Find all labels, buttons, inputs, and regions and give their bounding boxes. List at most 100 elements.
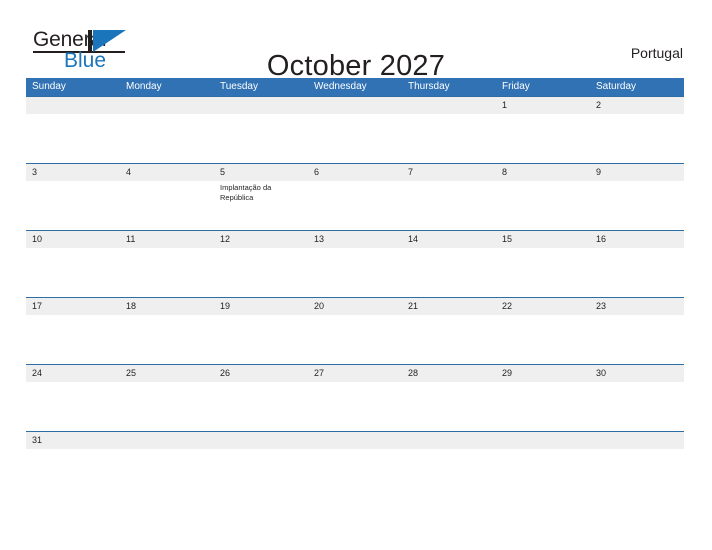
day-number[interactable]: 20 — [308, 298, 402, 315]
day-cell[interactable] — [590, 248, 684, 296]
day-cell[interactable] — [402, 315, 496, 363]
day-number[interactable]: 18 — [120, 298, 214, 315]
day-number[interactable]: 29 — [496, 365, 590, 382]
day-number[interactable] — [308, 432, 402, 449]
day-number[interactable] — [214, 432, 308, 449]
week-row: 3 4 5 6 7 8 9 Implantação da República — [26, 163, 684, 230]
day-cell[interactable] — [120, 181, 214, 229]
day-cell[interactable] — [26, 315, 120, 363]
day-number[interactable]: 24 — [26, 365, 120, 382]
week-date-band: 10 11 12 13 14 15 16 — [26, 231, 684, 248]
day-cell[interactable] — [308, 315, 402, 363]
day-number[interactable]: 7 — [402, 164, 496, 181]
day-cell[interactable] — [26, 181, 120, 229]
day-cell[interactable] — [26, 114, 120, 162]
day-cell[interactable] — [496, 248, 590, 296]
day-cell[interactable] — [214, 114, 308, 162]
day-cell[interactable] — [120, 449, 214, 497]
day-cell[interactable] — [590, 449, 684, 497]
day-cell[interactable] — [214, 315, 308, 363]
day-cell[interactable] — [590, 382, 684, 430]
day-number[interactable]: 25 — [120, 365, 214, 382]
day-number[interactable]: 13 — [308, 231, 402, 248]
weekday-header-sunday: Sunday — [32, 81, 66, 92]
week-date-band: 1 2 — [26, 97, 684, 114]
day-number[interactable] — [402, 432, 496, 449]
day-number[interactable]: 1 — [496, 97, 590, 114]
week-event-band — [26, 315, 684, 363]
day-number[interactable]: 22 — [496, 298, 590, 315]
day-number[interactable]: 10 — [26, 231, 120, 248]
day-cell[interactable] — [120, 315, 214, 363]
weekday-header-monday: Monday — [126, 81, 162, 92]
day-cell[interactable] — [402, 248, 496, 296]
day-number[interactable]: 14 — [402, 231, 496, 248]
day-cell-holiday[interactable]: Implantação da República — [214, 181, 308, 229]
day-number[interactable]: 8 — [496, 164, 590, 181]
day-cell[interactable] — [496, 181, 590, 229]
day-cell[interactable] — [496, 382, 590, 430]
day-number[interactable]: 17 — [26, 298, 120, 315]
day-cell[interactable] — [120, 248, 214, 296]
day-number[interactable]: 2 — [590, 97, 684, 114]
week-date-band: 24 25 26 27 28 29 30 — [26, 365, 684, 382]
day-number[interactable]: 9 — [590, 164, 684, 181]
day-number[interactable]: 5 — [214, 164, 308, 181]
day-number[interactable] — [120, 432, 214, 449]
day-number[interactable] — [402, 97, 496, 114]
day-number[interactable]: 3 — [26, 164, 120, 181]
day-cell[interactable] — [402, 114, 496, 162]
weekday-header-tuesday: Tuesday — [220, 81, 258, 92]
day-cell[interactable] — [590, 181, 684, 229]
day-cell[interactable] — [496, 315, 590, 363]
weekday-header-thursday: Thursday — [408, 81, 450, 92]
week-date-band: 31 — [26, 432, 684, 449]
day-number[interactable]: 21 — [402, 298, 496, 315]
day-number[interactable] — [120, 97, 214, 114]
week-row: 31 — [26, 431, 684, 498]
day-number[interactable]: 16 — [590, 231, 684, 248]
day-cell[interactable] — [402, 449, 496, 497]
day-number[interactable]: 31 — [26, 432, 120, 449]
day-cell[interactable] — [308, 114, 402, 162]
day-cell[interactable] — [308, 382, 402, 430]
day-cell[interactable] — [214, 382, 308, 430]
day-number[interactable]: 6 — [308, 164, 402, 181]
day-cell[interactable] — [26, 449, 120, 497]
day-cell[interactable] — [402, 382, 496, 430]
day-number[interactable]: 23 — [590, 298, 684, 315]
day-number[interactable] — [308, 97, 402, 114]
day-cell[interactable] — [590, 315, 684, 363]
day-number[interactable]: 27 — [308, 365, 402, 382]
day-cell[interactable] — [590, 114, 684, 162]
day-cell[interactable] — [214, 449, 308, 497]
day-cell[interactable] — [26, 248, 120, 296]
day-number[interactable]: 15 — [496, 231, 590, 248]
day-cell[interactable] — [26, 382, 120, 430]
day-number[interactable] — [214, 97, 308, 114]
day-number[interactable]: 11 — [120, 231, 214, 248]
event-label: Implantação da República — [220, 183, 272, 202]
day-number[interactable]: 30 — [590, 365, 684, 382]
day-cell[interactable] — [120, 382, 214, 430]
day-cell[interactable] — [120, 114, 214, 162]
day-cell[interactable] — [308, 181, 402, 229]
day-cell[interactable] — [308, 248, 402, 296]
day-cell[interactable] — [496, 114, 590, 162]
day-cell[interactable] — [214, 248, 308, 296]
day-number[interactable]: 19 — [214, 298, 308, 315]
day-number[interactable]: 4 — [120, 164, 214, 181]
day-cell[interactable] — [402, 181, 496, 229]
day-cell[interactable] — [496, 449, 590, 497]
logo-triangle-shape — [93, 30, 126, 52]
week-event-band — [26, 449, 684, 497]
day-number[interactable] — [590, 432, 684, 449]
week-event-band — [26, 382, 684, 430]
day-number[interactable] — [496, 432, 590, 449]
day-number[interactable] — [26, 97, 120, 114]
day-number[interactable]: 26 — [214, 365, 308, 382]
week-row: 17 18 19 20 21 22 23 — [26, 297, 684, 364]
day-number[interactable]: 28 — [402, 365, 496, 382]
day-number[interactable]: 12 — [214, 231, 308, 248]
day-cell[interactable] — [308, 449, 402, 497]
